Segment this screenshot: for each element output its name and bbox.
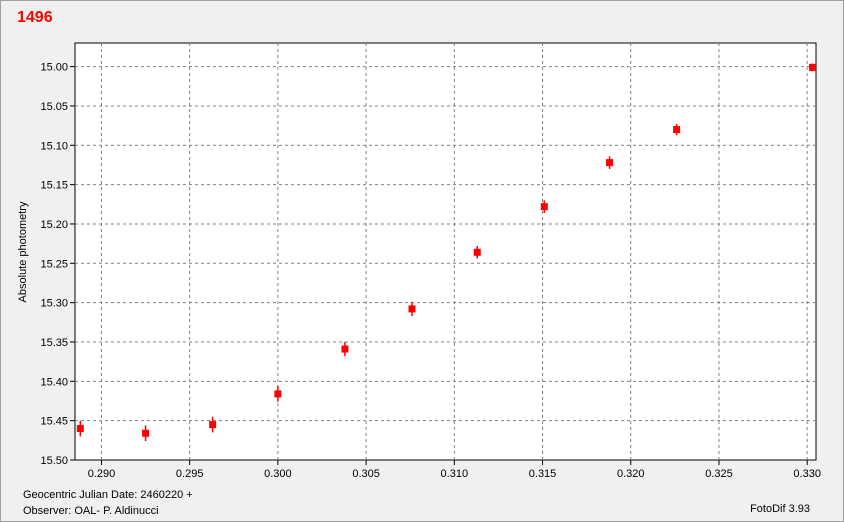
x-tick-label: 0.290 [88, 468, 116, 480]
data-point [76, 425, 84, 433]
y-tick-label: 15.25 [40, 258, 68, 270]
plot-area [74, 42, 817, 461]
y-tick-label: 15.45 [40, 416, 68, 428]
data-point [209, 421, 217, 429]
y-axis-label: Absolute photometry [17, 201, 29, 303]
y-tick-label: 15.30 [40, 298, 68, 310]
y-tick-label: 15.50 [40, 455, 68, 467]
y-tick-label: 15.10 [40, 140, 68, 152]
y-tick-label: 15.40 [40, 376, 68, 388]
data-point [606, 159, 614, 167]
data-point [142, 429, 150, 437]
data-point [408, 305, 416, 313]
y-tick-label: 15.35 [40, 337, 68, 349]
x-tick-label: 0.320 [617, 468, 645, 480]
julian-date-label: Geocentric Julian Date: 2460220 + [23, 489, 193, 501]
x-tick-label: 0.330 [793, 468, 821, 480]
x-tick-label: 0.300 [264, 468, 292, 480]
x-tick-label: 0.315 [529, 468, 557, 480]
observer-label: Observer: OAL- P. Aldinucci [23, 505, 159, 517]
x-axis-ticks: 0.290 0.295 0.300 0.305 0.310 0.315 0.320 0.325… [88, 460, 821, 480]
y-tick-label: 15.00 [40, 62, 68, 74]
scatter-plot: 0.290 0.295 0.300 0.305 0.310 0.315 0.320 0.325… [40, 42, 821, 480]
x-tick-label: 0.310 [441, 468, 469, 480]
y-tick-label: 15.15 [40, 180, 68, 192]
y-tick-label: 15.05 [40, 101, 68, 113]
x-tick-label: 0.325 [705, 468, 733, 480]
footer-info: Geocentric Julian Date: 2460220 + Observ… [23, 487, 193, 519]
x-tick-label: 0.305 [352, 468, 380, 480]
x-tick-label: 0.295 [176, 468, 204, 480]
data-point [274, 390, 282, 398]
data-point [673, 126, 681, 134]
software-label: FotoDif 3.93 [750, 503, 810, 515]
y-axis-ticks: 15.00 15.05 15.10 15.15 15.20 15.25 15.30 15.35… [40, 62, 75, 467]
data-point [341, 345, 349, 353]
data-point [808, 63, 816, 71]
y-tick-label: 15.20 [40, 219, 68, 231]
data-point [473, 248, 481, 256]
data-point [540, 203, 548, 211]
